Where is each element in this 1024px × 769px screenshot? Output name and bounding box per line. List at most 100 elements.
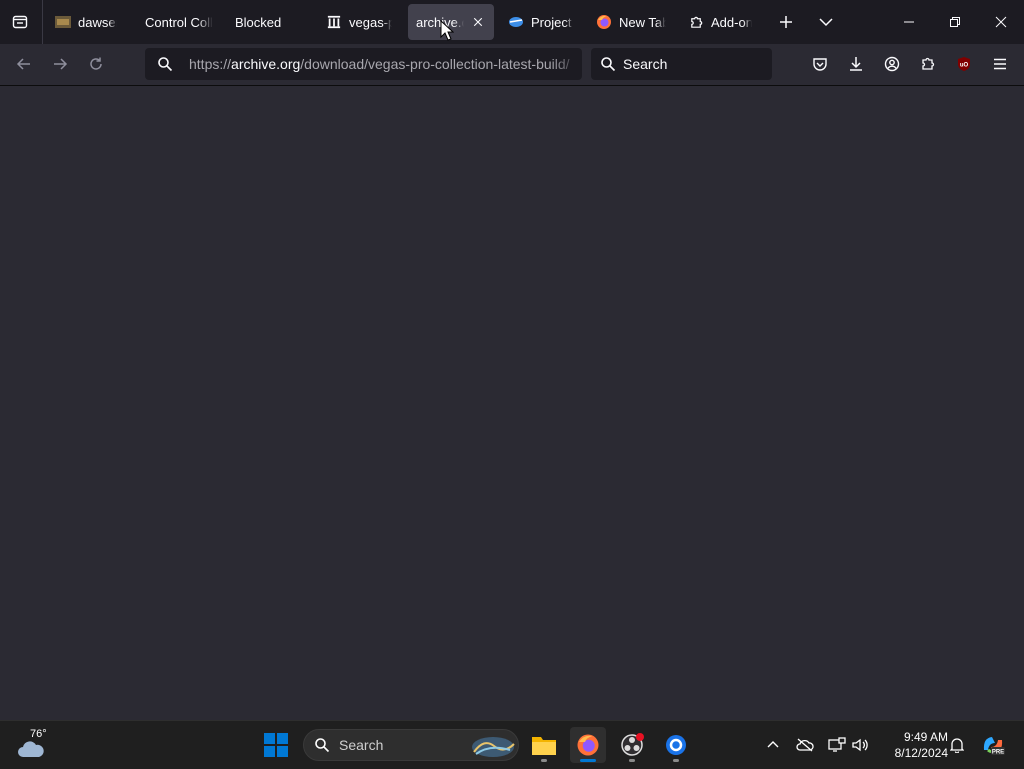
ublock-origin-button[interactable]: uO [948,48,980,80]
tab-blocked[interactable]: Blocked [227,4,307,40]
page-content [0,86,1024,720]
restore-icon [950,17,960,27]
running-indicator [673,759,679,762]
tab-label: Add-ons [711,14,752,30]
dawser-favicon [55,14,71,30]
active-indicator [580,759,596,762]
close-window-button[interactable] [978,0,1024,44]
firefox-favicon [596,14,612,30]
firefox-view-icon [12,15,28,29]
extensions-button[interactable] [912,48,944,80]
archive-org-favicon [326,14,342,30]
network-tray-icon[interactable] [826,734,848,756]
downloads-button[interactable] [840,48,872,80]
puzzle-icon [688,14,704,30]
hamburger-menu-icon [994,58,1006,70]
notifications-button[interactable] [946,734,968,756]
firefox-icon [577,734,599,756]
tab-vegas-pro[interactable]: vegas-pr [318,4,400,40]
tab-label: Blocked [235,14,282,30]
ublock-origin-icon: uO [958,57,970,71]
running-indicator [541,759,547,762]
address-bar[interactable]: https://archive.org/download/vegas-pro-c… [145,48,582,80]
new-tab-button[interactable] [770,6,802,38]
navigation-toolbar: https://archive.org/download/vegas-pro-c… [0,44,1024,86]
show-hidden-icons-button[interactable] [762,734,784,756]
firefox-view-button[interactable] [4,6,36,38]
app-ring-icon [666,735,686,755]
project-favicon [508,14,524,30]
volume-tray-icon[interactable] [850,734,872,756]
svg-text:uO: uO [960,63,969,69]
network-monitor-icon [828,737,846,752]
obs-icon [621,733,644,756]
url-host: archive.org [231,56,301,72]
account-icon [884,56,900,72]
url-path: /download/vegas-pro-collection-latest-bu… [300,56,570,72]
search-highlight-image [472,737,515,757]
back-arrow-icon [16,58,30,70]
minimize-button[interactable] [886,0,932,44]
taskbar-search-box[interactable]: Search [303,729,519,761]
obs-taskbar-button[interactable] [614,727,650,763]
copilot-button[interactable]: PRE [980,734,1006,756]
tab-add-ons[interactable]: Add-ons [680,4,760,40]
mouse-cursor-icon [440,20,454,41]
list-all-tabs-button[interactable] [810,6,842,38]
tab-control-collection[interactable]: Control Colle [137,4,221,40]
firefox-taskbar-button[interactable] [570,727,606,763]
puzzle-icon [922,57,935,70]
onedrive-tray-icon[interactable] [794,734,816,756]
download-icon [850,57,862,71]
clock-time: 9:49 AM [903,730,948,744]
start-button[interactable] [258,727,294,763]
reload-icon [90,57,102,70]
cloud-off-icon [796,738,814,752]
plus-icon [780,16,792,28]
reload-button[interactable] [80,48,112,80]
restore-button[interactable] [932,0,978,44]
tab-label: Control Colle [145,14,213,30]
svg-text:PRE: PRE [992,750,1004,756]
app-taskbar-button[interactable] [658,727,694,763]
taskbar-search-placeholder: Search [339,737,384,753]
pocket-icon [813,58,827,71]
chevron-down-icon [819,18,833,27]
tab-label: vegas-pr [349,14,392,30]
tab-divider [42,0,43,44]
system-clock[interactable]: 9:49 AM 8/12/2024 [878,729,948,761]
search-placeholder: Search [623,56,668,72]
clock-date: 8/12/2024 [894,746,948,760]
close-tab-icon[interactable] [470,14,486,30]
tab-dawser[interactable]: dawser ( [47,4,125,40]
file-explorer-button[interactable] [526,727,562,763]
tab-label: New Tab [619,14,666,30]
tab-label: dawser ( [78,14,117,30]
search-bar[interactable]: Search [591,48,772,80]
tab-strip: dawser ( Control Colle Blocked vegas-pr … [0,0,1024,44]
tab-new-tab[interactable]: New Tab [588,4,674,40]
url-scheme: https:// [189,56,232,72]
back-button[interactable] [8,48,40,80]
tab-project[interactable]: Project G [500,4,582,40]
weather-widget[interactable]: 76° [14,727,62,763]
tab-label: Project G [531,14,574,30]
url-text[interactable]: https://archive.org/download/vegas-pro-c… [189,56,582,72]
minimize-icon [904,21,914,23]
taskbar: 76° Search 9:49 AM 8/12/2024 PRE [0,720,1024,769]
windows-logo-icon [264,733,288,757]
search-icon [315,738,330,753]
forward-arrow-icon [54,58,68,70]
app-menu-button[interactable] [984,48,1016,80]
folder-icon [532,737,556,755]
close-icon [995,16,1007,28]
bell-icon [950,738,964,753]
speaker-icon [852,738,868,752]
pocket-button[interactable] [804,48,836,80]
search-icon [601,57,616,72]
forward-button[interactable] [44,48,76,80]
weather-temperature: 76° [30,728,47,740]
search-icon [158,57,173,72]
copilot-icon: PRE [983,737,1005,756]
account-button[interactable] [876,48,908,80]
